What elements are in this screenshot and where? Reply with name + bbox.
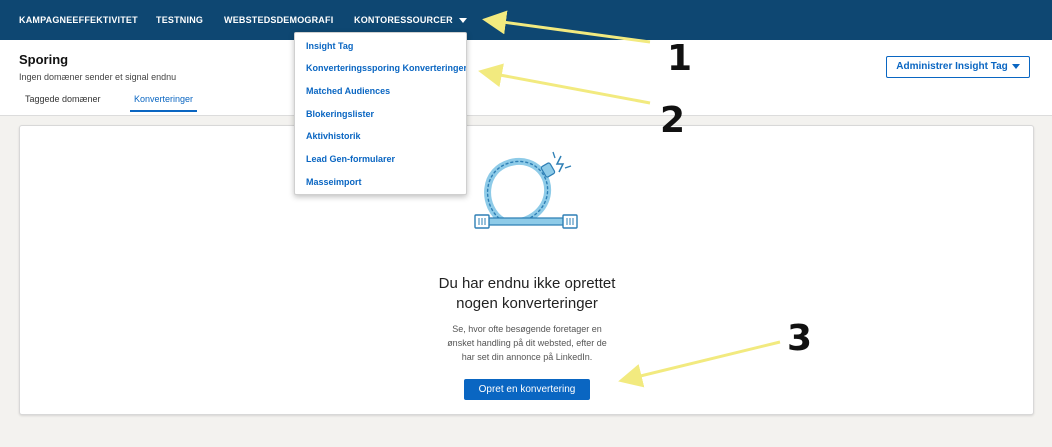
empty-state-title-line2: nogen konverteringer (456, 295, 598, 312)
empty-state-title: Du har endnu ikke oprettet nogen konvert… (377, 274, 677, 314)
page-title: Sporing (19, 52, 69, 67)
empty-state-card: Du har endnu ikke oprettet nogen konvert… (19, 125, 1034, 415)
page-subtitle: Ingen domæner sender et signal endnu (19, 72, 177, 82)
menu-item-lead-gen-formularer[interactable]: Lead Gen-formularer (306, 154, 395, 168)
caret-down-icon (1011, 63, 1020, 69)
create-conversion-button[interactable]: Opret en konvertering (464, 379, 590, 400)
nav-item-testning[interactable]: TESTNING (156, 0, 203, 40)
tab-konverteringer[interactable]: Konverteringer (130, 94, 198, 112)
manage-insight-tag-button[interactable]: Administrer Insight Tag (886, 56, 1030, 78)
empty-state-description: Se, hvor ofte besøgende foretager en øns… (407, 322, 647, 364)
tab-taggede-domaener[interactable]: Taggede domæner (25, 94, 101, 112)
empty-state-desc-line2: ønsket handling på dit websted, efter de (447, 338, 607, 348)
empty-state-desc-line1: Se, hvor ofte besøgende foretager en (452, 324, 602, 334)
page-header: Sporing Ingen domæner sender et signal e… (0, 40, 1052, 116)
empty-state-desc-line3: har set din annonce på LinkedIn. (461, 352, 593, 362)
manage-insight-tag-label: Administrer Insight Tag (896, 61, 1008, 72)
caret-down-icon (458, 18, 467, 24)
nav-item-kontoressourcer-label: KONTORESSOURCER (354, 15, 453, 25)
empty-state-title-line1: Du har endnu ikke oprettet (438, 275, 616, 292)
nav-item-kampagneeffektivitet[interactable]: KAMPAGNEEFFEKTIVITET (19, 0, 138, 40)
menu-item-matched-audiences[interactable]: Matched Audiences (306, 86, 390, 100)
menu-item-blokeringslister[interactable]: Blokeringslister (306, 109, 374, 123)
menu-item-masseimport[interactable]: Masseimport (306, 177, 362, 191)
menu-item-insight-tag[interactable]: Insight Tag (306, 41, 353, 55)
account-resources-dropdown: Insight Tag Konverteringssporing Konvert… (294, 32, 467, 195)
menu-item-conversion-tracking[interactable]: Konverteringssporing Konverteringer (306, 63, 466, 77)
disconnected-cable-icon (474, 151, 578, 229)
top-nav: KAMPAGNEEFFEKTIVITET TESTNING WEBSTEDSDE… (0, 0, 1052, 40)
menu-item-aktivhistorik[interactable]: Aktivhistorik (306, 131, 361, 145)
